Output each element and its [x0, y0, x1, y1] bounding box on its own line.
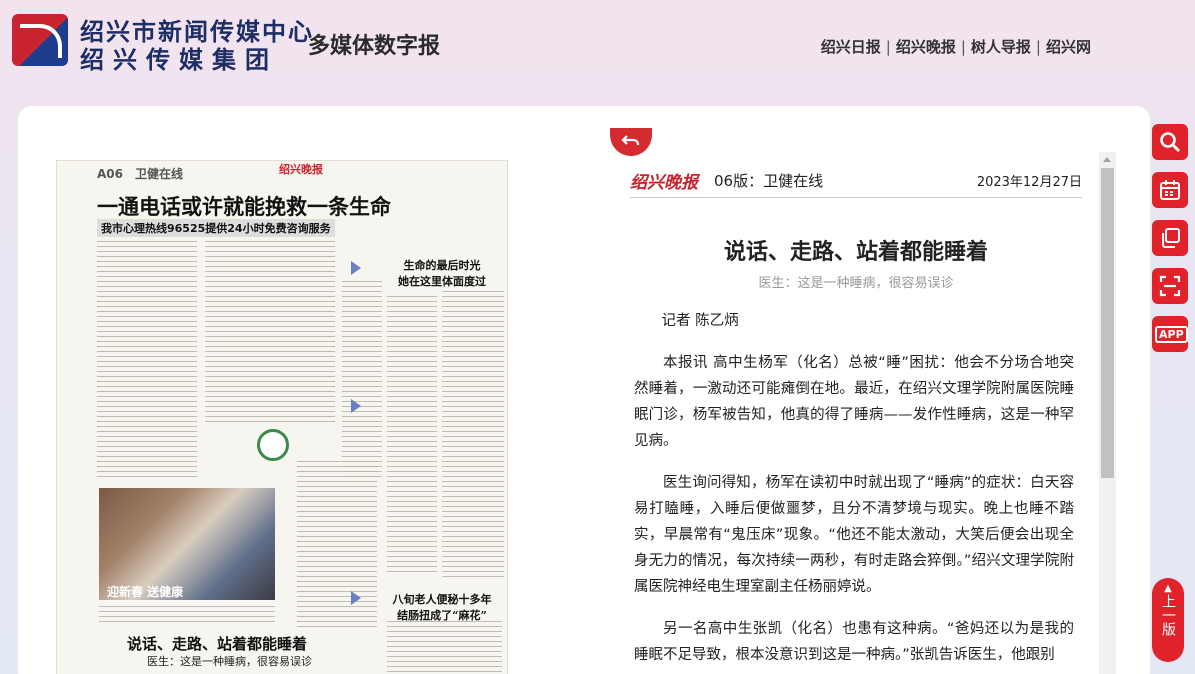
- text-column: [205, 241, 335, 426]
- newspaper-page-image[interactable]: A06 卫健在线 绍兴晚报 一通电话或许就能挽救一条生命 我市心理热线96525…: [56, 160, 508, 674]
- article-edition: 06版：卫健在线: [714, 172, 824, 190]
- search-icon: [1160, 132, 1181, 153]
- app-download-button[interactable]: APP: [1152, 316, 1188, 352]
- paper-headline[interactable]: 一通电话或许就能挽救一条生命: [97, 191, 391, 221]
- arrow-icon: [351, 591, 361, 605]
- article-date: 2023年12月27日: [976, 175, 1082, 190]
- text-column: [387, 296, 437, 576]
- text-column: [342, 281, 382, 481]
- scrollbar-thumb[interactable]: [1101, 168, 1114, 478]
- text-column: [387, 621, 502, 674]
- scan-icon: [1159, 275, 1181, 297]
- nav-shaoxing-daily[interactable]: 绍兴日报: [821, 38, 881, 56]
- article-subtitle: 医生：这是一种睡病，很容易误诊: [758, 276, 954, 291]
- site-header: 绍兴市新闻传媒中心 绍兴传媒集团 多媒体数字报 绍兴日报 | 绍兴晚报 | 树人导报 | 绍…: [0, 0, 1195, 95]
- article-brand: 绍兴晚报: [630, 173, 698, 193]
- article-paragraph: 另一名高中生张凯（化名）也患有这种病。“爸妈还以为是我的睡眠不足导致，根本没意识…: [634, 621, 1074, 663]
- article-title: 说话、走路、站着都能睡着: [723, 240, 988, 265]
- article-body: 记者 陈乙炳 本报讯 高中生杨军（化名）总被“睡”困扰：他会不分场合地突然睡着，…: [634, 308, 1074, 674]
- page-brand: 绍兴晚报: [279, 163, 323, 176]
- site-title: 多媒体数字报: [308, 33, 441, 59]
- paper-bottom-subheadline: 医生：这是一种睡病，很容易误诊: [147, 655, 312, 668]
- page-section-label: A06 卫健在线: [97, 167, 184, 181]
- article-meta: 绍兴晚报 06版：卫健在线 2023年12月27日: [630, 168, 1082, 194]
- logo-subtitle: 绍兴传媒集团: [80, 45, 278, 74]
- calendar-button[interactable]: [1152, 172, 1188, 208]
- article-byline: 记者 陈乙炳: [661, 313, 739, 329]
- divider: [630, 197, 1082, 198]
- copy-icon: [1162, 228, 1180, 248]
- scroll-up-arrow[interactable]: [1099, 152, 1116, 168]
- arrow-icon: [351, 399, 361, 413]
- paper-subheadline: 我市心理热线96525提供24小时免费咨询服务: [97, 219, 335, 237]
- nav-shaoxing-evening[interactable]: 绍兴晚报: [896, 38, 956, 56]
- photo-caption: 迎新春 送健康: [107, 585, 184, 599]
- previous-page-label: 上一版: [1160, 594, 1176, 636]
- back-arrow-icon: [621, 135, 640, 146]
- arrow-icon: [351, 261, 361, 275]
- search-button[interactable]: [1152, 124, 1188, 160]
- media-group-logo-icon[interactable]: [12, 14, 68, 66]
- text-column: [297, 461, 377, 631]
- text-column: [97, 241, 197, 481]
- paper-side-headline-2[interactable]: 八旬老人便秘十多年 结肠扭成了“麻花”: [387, 591, 497, 623]
- text-column: [99, 606, 275, 626]
- scan-button[interactable]: [1152, 268, 1188, 304]
- top-nav: 绍兴日报 | 绍兴晚报 | 树人导报 | 绍兴网: [820, 38, 1091, 56]
- nav-shaoxing-net[interactable]: 绍兴网: [1046, 38, 1091, 56]
- paper-bottom-headline[interactable]: 说话、走路、站着都能睡着: [127, 633, 307, 654]
- text-column: [442, 291, 504, 581]
- previous-page-button[interactable]: ▲ 上一版: [1152, 578, 1184, 662]
- up-arrow-icon: ▲: [1164, 583, 1172, 594]
- hospital-logo-icon: [257, 429, 289, 461]
- paper-side-headline-1[interactable]: 生命的最后时光 她在这里体面度过: [387, 257, 497, 289]
- article-paragraph: 医生询问得知，杨军在读初中时就出现了“睡病”的症状：白天容易打瞌睡，入睡后便做噩…: [634, 475, 1074, 595]
- app-icon: APP: [1155, 326, 1188, 343]
- copy-button[interactable]: [1152, 220, 1188, 256]
- nav-shuren-guide[interactable]: 树人导报: [971, 38, 1031, 56]
- calendar-icon: [1160, 180, 1180, 200]
- article-paragraph: 本报讯 高中生杨军（化名）总被“睡”困扰：他会不分场合地突然睡着，一激动还可能瘫…: [634, 355, 1074, 449]
